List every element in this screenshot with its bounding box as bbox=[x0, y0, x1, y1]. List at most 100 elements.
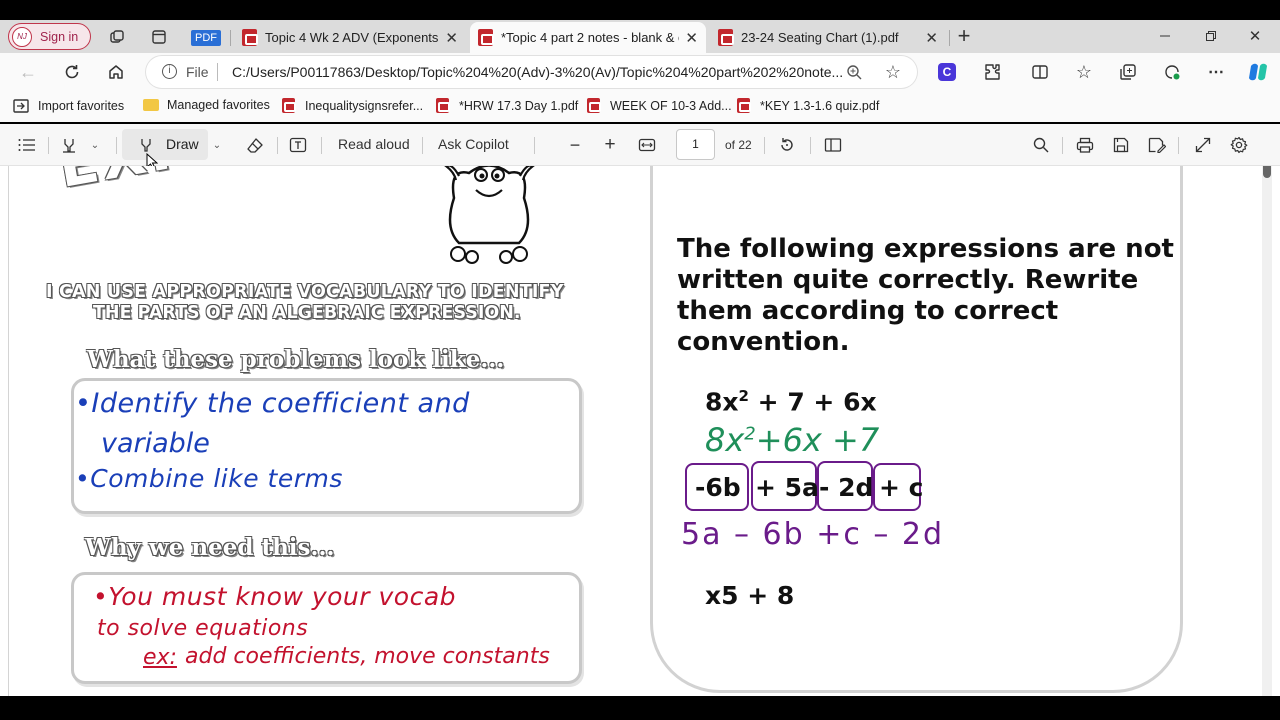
favorites-bar: Import favorites Managed favorites Inequ… bbox=[0, 91, 1280, 122]
instruction-line: written quite correctly. Rewrite bbox=[677, 265, 1139, 295]
tab-pdf-pinned[interactable]: PDF bbox=[186, 22, 226, 53]
settings-gear-icon[interactable] bbox=[1228, 135, 1250, 155]
info-icon[interactable]: i bbox=[162, 64, 177, 79]
folder-icon bbox=[143, 99, 159, 111]
favorite-hrw[interactable]: *HRW 17.3 Day 1.pdf bbox=[436, 98, 578, 113]
term: + 5a bbox=[755, 473, 819, 502]
copilot-icon[interactable] bbox=[1246, 61, 1270, 83]
favorite-key[interactable]: *KEY 1.3-1.6 quiz.pdf bbox=[737, 98, 879, 113]
rotate-icon[interactable] bbox=[776, 135, 798, 155]
tab-actions-icon[interactable] bbox=[148, 26, 170, 48]
note-solve: to solve equations bbox=[97, 616, 309, 641]
pdf-viewport[interactable]: EXPRE I CAN USE APPROPRIATE VOCABULARY T… bbox=[0, 166, 1280, 696]
ask-copilot-button[interactable]: Ask Copilot bbox=[438, 136, 509, 152]
fullscreen-icon[interactable] bbox=[1192, 135, 1214, 155]
split-screen-icon[interactable] bbox=[1029, 61, 1051, 83]
pdf-icon bbox=[436, 98, 450, 113]
pdf-toolbar: ⌄ Draw ⌄ Read aloud Ask Copilot − + 1 of… bbox=[0, 124, 1280, 166]
pdf-icon bbox=[587, 98, 601, 113]
term: + c bbox=[879, 473, 924, 502]
text-box-icon[interactable] bbox=[287, 135, 309, 155]
search-icon[interactable] bbox=[1030, 135, 1052, 155]
favorite-inequality[interactable]: Inequalitysignsrefer... bbox=[282, 98, 423, 113]
note-vocab: •You must know your vocab bbox=[93, 582, 457, 611]
monster-drawing bbox=[444, 166, 535, 264]
objective-line-1: I CAN USE APPROPRIATE VOCABULARY TO IDEN… bbox=[46, 282, 564, 302]
page-total: of 22 bbox=[725, 138, 752, 152]
avatar: NJ bbox=[12, 26, 32, 47]
pdf-badge: PDF bbox=[191, 29, 221, 46]
tab-topic4-part2[interactable]: *Topic 4 part 2 notes - blank & c ✕ bbox=[470, 22, 706, 53]
navigation-bar: ← i File C:/Users/P00117863/Desktop/Topi… bbox=[0, 53, 1280, 91]
note-variable: variable bbox=[101, 428, 210, 459]
tab-seating-chart[interactable]: 23-24 Seating Chart (1).pdf ✕ bbox=[710, 22, 946, 53]
favorite-import[interactable]: Import favorites bbox=[12, 98, 124, 114]
address-bar[interactable]: i File C:/Users/P00117863/Desktop/Topic%… bbox=[146, 56, 917, 88]
note-combine: •Combine like terms bbox=[75, 464, 343, 493]
favorite-label: Managed favorites bbox=[167, 98, 270, 112]
bottom-edge bbox=[0, 696, 1280, 720]
pdf-icon bbox=[718, 29, 734, 46]
scrollbar-thumb[interactable] bbox=[1263, 166, 1271, 178]
pen-icon bbox=[141, 139, 151, 152]
collections-icon[interactable] bbox=[1117, 61, 1139, 83]
url-text[interactable]: C:/Users/P00117863/Desktop/Topic%204%20(… bbox=[232, 64, 843, 80]
pdf-icon bbox=[242, 29, 258, 46]
problem-3: x5 + 8 bbox=[705, 581, 795, 610]
extensions-icon[interactable] bbox=[981, 61, 1003, 83]
back-icon[interactable]: ← bbox=[16, 61, 40, 83]
close-window-icon[interactable]: ✕ bbox=[1240, 26, 1270, 46]
page-view-icon[interactable] bbox=[822, 135, 844, 155]
import-icon bbox=[13, 99, 29, 113]
save-as-icon[interactable] bbox=[1146, 135, 1168, 155]
highlight-icon[interactable] bbox=[58, 135, 80, 155]
workspaces-icon[interactable] bbox=[106, 26, 128, 48]
pdf-icon bbox=[737, 98, 751, 113]
close-icon[interactable]: ✕ bbox=[685, 29, 698, 47]
print-icon[interactable] bbox=[1074, 135, 1096, 155]
favorite-star-icon[interactable]: ☆ bbox=[882, 62, 904, 82]
problem-1: 8x2 + 7 + 6x bbox=[705, 387, 877, 417]
draw-button[interactable]: Draw bbox=[122, 129, 208, 160]
zoom-in-icon[interactable]: + bbox=[599, 134, 621, 156]
favorite-label: WEEK OF 10-3 Add... bbox=[610, 98, 732, 113]
title-fragment: EXPRE bbox=[53, 166, 288, 201]
pdf-page-right: The following expressions are not writte… bbox=[650, 166, 1183, 693]
save-icon[interactable] bbox=[1110, 135, 1132, 155]
note-ex: ex: bbox=[143, 645, 177, 670]
instruction-line: convention. bbox=[677, 327, 850, 357]
favorites-icon[interactable]: ☆ bbox=[1073, 61, 1095, 83]
read-aloud-button[interactable]: Read aloud bbox=[338, 136, 410, 152]
eraser-icon[interactable] bbox=[244, 135, 266, 155]
minimize-icon[interactable] bbox=[1150, 26, 1180, 46]
new-tab-icon[interactable]: + bbox=[953, 23, 975, 48]
tab-label: Topic 4 Wk 2 ADV (Exponents, LC bbox=[265, 30, 440, 45]
zoom-out-icon[interactable]: − bbox=[564, 134, 586, 156]
instruction-line: The following expressions are not bbox=[677, 234, 1174, 264]
heading-what-problems: What these problems look like... bbox=[87, 346, 505, 373]
instruction-line: them according to correct bbox=[677, 296, 1059, 326]
page-number-input[interactable]: 1 bbox=[676, 129, 715, 160]
browser-essentials-icon[interactable] bbox=[1161, 61, 1183, 83]
term: - 2d bbox=[819, 473, 874, 502]
fit-page-icon[interactable] bbox=[636, 135, 658, 155]
extension-c-icon[interactable]: C bbox=[938, 63, 956, 81]
favorite-week[interactable]: WEEK OF 10-3 Add... bbox=[587, 98, 732, 113]
vertical-scrollbar[interactable] bbox=[1262, 166, 1272, 696]
close-icon[interactable]: ✕ bbox=[445, 29, 458, 47]
profile-button[interactable]: NJ Sign in bbox=[8, 23, 91, 50]
zoom-icon[interactable] bbox=[844, 62, 864, 82]
more-menu-icon[interactable]: ⋯ bbox=[1205, 61, 1227, 83]
restore-icon[interactable] bbox=[1196, 26, 1226, 46]
home-icon[interactable] bbox=[104, 61, 128, 83]
objective-line-2: THE PARTS OF AN ALGEBRAIC EXPRESSION. bbox=[93, 303, 521, 323]
favorite-managed[interactable]: Managed favorites bbox=[143, 98, 270, 112]
draw-dropdown-icon[interactable]: ⌄ bbox=[210, 137, 224, 153]
refresh-icon[interactable] bbox=[60, 61, 84, 83]
highlight-dropdown-icon[interactable]: ⌄ bbox=[88, 137, 102, 153]
tab-topic4-wk2[interactable]: Topic 4 Wk 2 ADV (Exponents, LC ✕ bbox=[234, 22, 466, 53]
contents-icon[interactable] bbox=[16, 135, 38, 155]
note-coefficients: add coefficients, move constants bbox=[185, 644, 550, 669]
close-icon[interactable]: ✕ bbox=[925, 29, 938, 47]
heading-why-need: Why we need this... bbox=[85, 534, 335, 561]
